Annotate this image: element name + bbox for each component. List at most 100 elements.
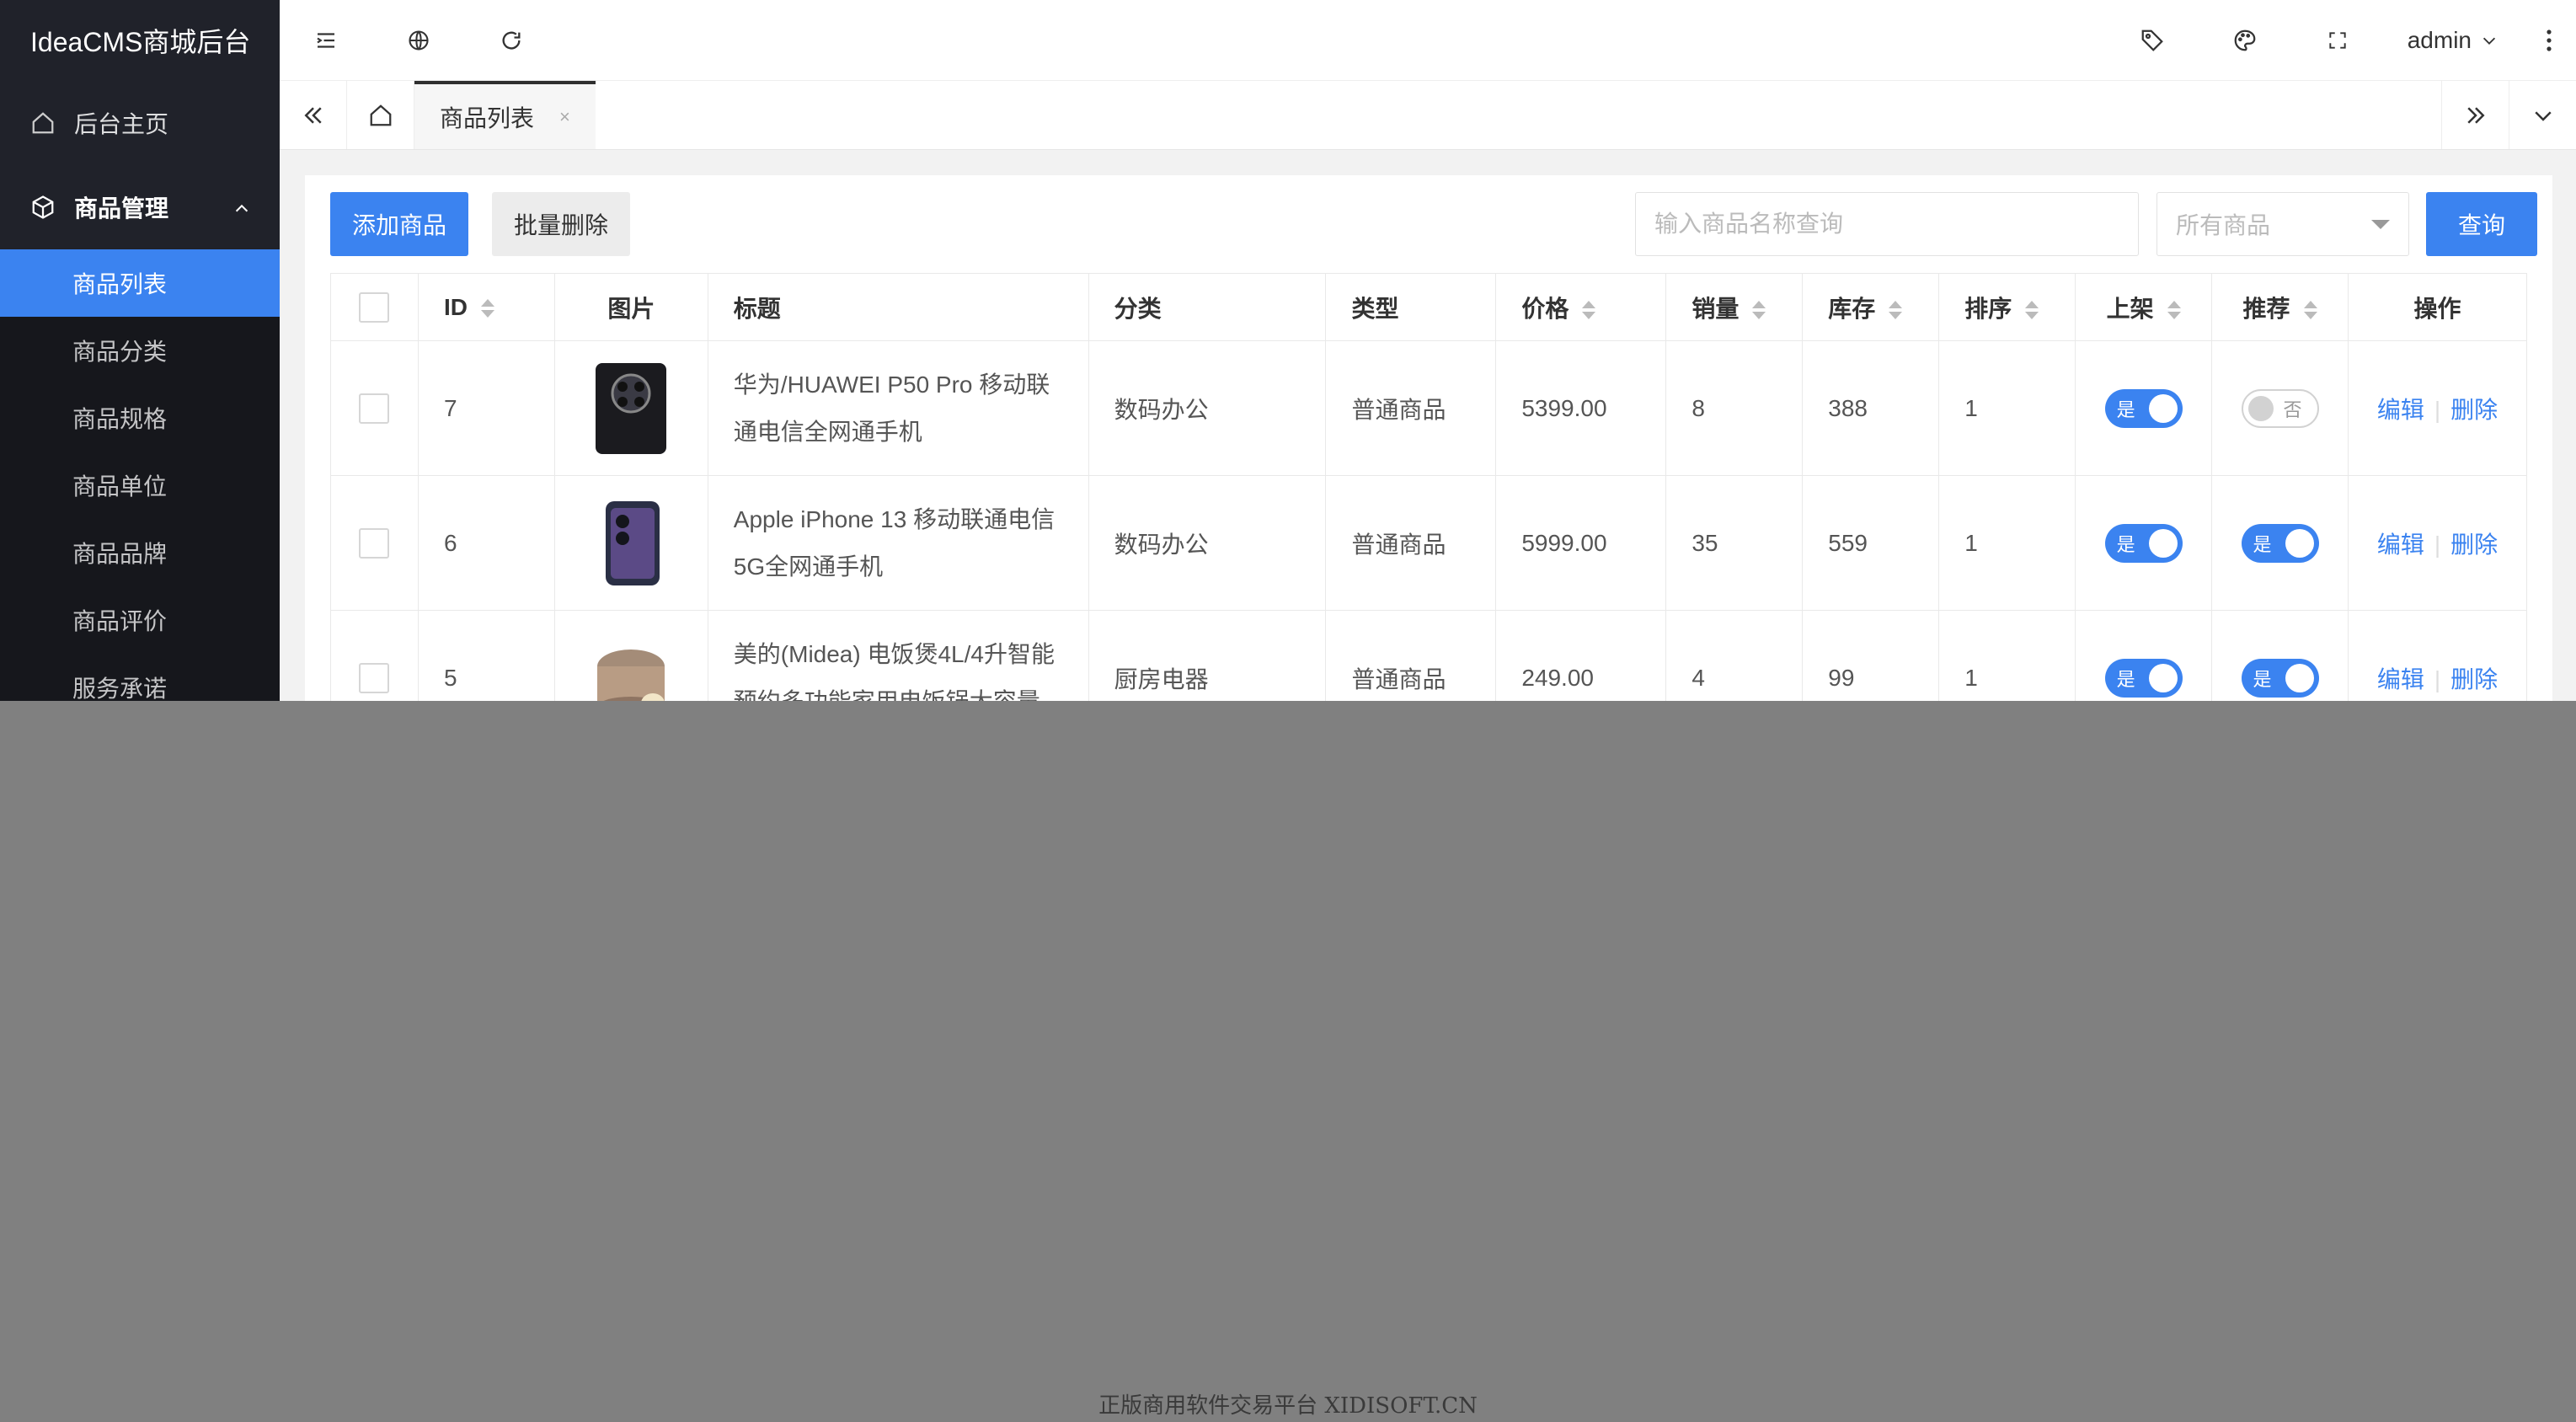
tabs-scroll-left-icon[interactable] — [280, 81, 347, 149]
product-image-phone — [596, 362, 667, 454]
app-logo: IdeaCMS商城后台 — [30, 27, 251, 57]
cell-title: 美的(Midea) 电饭煲4L/4升智能预约多功能家用电饭锅大容量 — [707, 610, 1089, 701]
col-stock[interactable]: 库存 — [1802, 273, 1940, 341]
tabs-right-controls — [2441, 81, 2576, 149]
cell-actions: 编辑 | 删除 — [2348, 610, 2527, 701]
sort-icon[interactable] — [2167, 299, 2181, 321]
cell-recommend: 否 — [2211, 340, 2349, 476]
recommend-toggle[interactable]: 否 — [2241, 388, 2319, 428]
refresh-icon[interactable] — [465, 0, 558, 81]
row-select-cell[interactable] — [330, 340, 419, 476]
row-select-cell[interactable] — [330, 475, 419, 611]
table-row: 7 华为/HUAWEI P50 Pro 移动联通电信全网通手机 数码办公 普通商… — [330, 340, 2527, 476]
col-on-sale[interactable]: 上架 — [2075, 273, 2213, 341]
chevron-down-icon — [2482, 37, 2496, 45]
watermark-text: 正版商用软件交易平台 XIDISOFT.CN — [1098, 1393, 1478, 1419]
row-checkbox[interactable] — [359, 662, 390, 693]
app-window: IdeaCMS商城后台 后台主页 商品管理 商品列表 商品分类 商品规格 商品单… — [0, 0, 2576, 701]
sort-icon[interactable] — [480, 297, 494, 319]
username: admin — [2407, 26, 2472, 53]
recommend-toggle[interactable]: 是 — [2241, 523, 2319, 563]
row-select-cell[interactable] — [330, 610, 419, 701]
edit-link[interactable]: 编辑 — [2377, 397, 2424, 423]
menu-fold-icon[interactable] — [280, 0, 372, 81]
add-goods-button[interactable]: 添加商品 — [330, 192, 468, 256]
sort-icon[interactable] — [1889, 299, 1903, 321]
sidebar-item-service[interactable]: 服务承诺 — [0, 654, 280, 701]
cell-type: 普通商品 — [1325, 340, 1497, 476]
delete-link[interactable]: 删除 — [2450, 532, 2498, 558]
sort-icon[interactable] — [1582, 299, 1596, 321]
product-image-phone — [606, 500, 660, 585]
recommend-toggle[interactable]: 是 — [2241, 658, 2319, 698]
table-row: 5 美的(Midea) 电饭煲4L/4升智能预约多功能家用电饭锅大容量 厨房电器… — [330, 610, 2527, 701]
cell-recommend: 是 — [2211, 610, 2349, 701]
tabs-bar: 商品列表 × — [280, 81, 2576, 150]
col-price[interactable]: 价格 — [1495, 273, 1667, 341]
batch-delete-button[interactable]: 批量删除 — [492, 192, 630, 256]
sidebar-item-goods-unit[interactable]: 商品单位 — [0, 452, 280, 519]
delete-link[interactable]: 删除 — [2450, 666, 2498, 692]
palette-icon[interactable] — [2199, 0, 2291, 81]
cell-price: 249.00 — [1495, 610, 1667, 701]
col-image: 图片 — [553, 273, 708, 341]
sidebar-item-goods-list[interactable]: 商品列表 — [0, 249, 280, 317]
col-sort[interactable]: 排序 — [1938, 273, 2076, 341]
sidebar-group-goods[interactable]: 商品管理 — [0, 165, 280, 249]
top-header: admin — [280, 0, 2576, 81]
search-input[interactable] — [1635, 192, 2139, 256]
sidebar-item-goods-brand[interactable]: 商品品牌 — [0, 519, 280, 586]
cell-category: 厨房电器 — [1088, 610, 1327, 701]
sidebar-item-goods-category[interactable]: 商品分类 — [0, 317, 280, 384]
on-sale-toggle[interactable]: 是 — [2104, 388, 2183, 428]
tab-goods-list[interactable]: 商品列表 × — [414, 81, 596, 149]
tabs-scroll-right-icon[interactable] — [2441, 81, 2509, 149]
tabs-dropdown-icon[interactable] — [2509, 81, 2576, 149]
col-sales[interactable]: 销量 — [1665, 273, 1804, 341]
more-vertical-icon[interactable] — [2522, 0, 2576, 81]
select-all-checkbox[interactable] — [359, 291, 390, 323]
fullscreen-icon[interactable] — [2291, 0, 2384, 81]
sidebar-item-home[interactable]: 后台主页 — [0, 81, 280, 165]
edit-link[interactable]: 编辑 — [2377, 532, 2424, 558]
caret-down-icon — [2371, 220, 2390, 229]
query-button[interactable]: 查询 — [2426, 192, 2537, 256]
select-all-cell[interactable] — [330, 273, 419, 341]
sort-icon[interactable] — [2303, 299, 2317, 321]
tab-label: 商品列表 — [440, 104, 535, 131]
cell-stock: 99 — [1802, 610, 1940, 701]
cell-recommend: 是 — [2211, 475, 2349, 611]
row-checkbox[interactable] — [359, 527, 390, 559]
sidebar-group-label: 商品管理 — [74, 195, 169, 222]
user-menu[interactable]: admin — [2384, 27, 2522, 54]
sidebar-item-goods-review[interactable]: 商品评价 — [0, 586, 280, 654]
col-id[interactable]: ID — [417, 273, 555, 341]
globe-icon[interactable] — [372, 0, 465, 81]
edit-link[interactable]: 编辑 — [2377, 666, 2424, 692]
table-header-row: ID 图片 标题 分类 类型 价格 销量 库存 排序 上架 推荐 操作 — [330, 273, 2527, 341]
cell-on-sale: 是 — [2075, 610, 2213, 701]
col-title: 标题 — [707, 273, 1089, 341]
sidebar-item-goods-spec[interactable]: 商品规格 — [0, 384, 280, 452]
tag-icon[interactable] — [2106, 0, 2199, 81]
sort-icon[interactable] — [2025, 299, 2039, 321]
on-sale-toggle[interactable]: 是 — [2104, 658, 2183, 698]
product-image-rice-cooker — [597, 649, 665, 701]
cell-type: 普通商品 — [1325, 475, 1497, 611]
cell-image — [553, 610, 708, 701]
delete-link[interactable]: 删除 — [2450, 397, 2498, 423]
goods-list-panel: 添加商品 批量删除 所有商品 查询 ID 图片 标题 分类 — [305, 175, 2552, 701]
cell-sales: 4 — [1665, 610, 1804, 701]
row-checkbox[interactable] — [359, 393, 390, 424]
col-recommend[interactable]: 推荐 — [2211, 273, 2349, 341]
cell-type: 普通商品 — [1325, 610, 1497, 701]
goods-filter-select[interactable]: 所有商品 — [2156, 192, 2409, 256]
cell-title: 华为/HUAWEI P50 Pro 移动联通电信全网通手机 — [707, 340, 1089, 476]
close-icon[interactable]: × — [559, 106, 570, 128]
cell-id: 6 — [417, 475, 555, 611]
cell-category: 数码办公 — [1088, 340, 1327, 476]
cell-price: 5399.00 — [1495, 340, 1667, 476]
sort-icon[interactable] — [1752, 299, 1766, 321]
on-sale-toggle[interactable]: 是 — [2104, 523, 2183, 563]
home-tab-icon[interactable] — [347, 81, 414, 149]
